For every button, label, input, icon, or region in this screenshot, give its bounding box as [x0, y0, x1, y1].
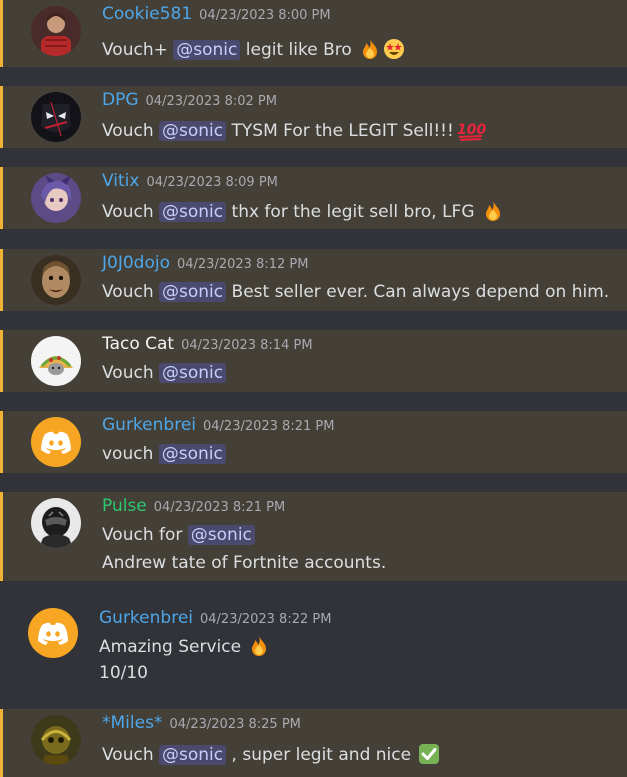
message-content: Vouch @sonic Best seller ever. Can alway…: [102, 282, 610, 302]
message-content: Vouch @sonic: [102, 363, 227, 383]
message: Gurkenbrei 04/23/2023 8:21 PM vouch @soni…: [0, 411, 627, 473]
fire-icon: [482, 200, 504, 222]
message: Pulse 04/23/2023 8:21 PM Vouch for @sonic…: [0, 492, 627, 581]
message-content: Vouch @sonic TYSM For the LEGIT Sell!!! 1…: [102, 119, 486, 141]
message-header: *Miles* 04/23/2023 8:25 PM: [102, 713, 301, 733]
message: Gurkenbrei 04/23/2023 8:22 PM Amazing Ser…: [0, 600, 627, 690]
message: DPG 04/23/2023 8:02 PM Vouch @sonic TYSM …: [0, 86, 627, 148]
message-header: DPG 04/23/2023 8:02 PM: [102, 90, 277, 110]
avatar[interactable]: [28, 608, 78, 658]
message-header: Pulse 04/23/2023 8:21 PM: [102, 496, 285, 516]
message: *Miles* 04/23/2023 8:25 PM Vouch @sonic ,…: [0, 709, 627, 777]
user-mention[interactable]: @sonic: [159, 363, 227, 383]
timestamp: 04/23/2023 8:02 PM: [145, 94, 277, 109]
user-mention[interactable]: @sonic: [159, 282, 227, 302]
user-mention[interactable]: @sonic: [173, 40, 241, 60]
avatar[interactable]: [31, 92, 81, 142]
username[interactable]: Cookie581: [102, 4, 192, 24]
username[interactable]: Gurkenbrei: [99, 608, 193, 628]
username[interactable]: *Miles*: [102, 713, 162, 733]
username[interactable]: Vitix: [102, 171, 139, 191]
message-content: Amazing Service: [99, 635, 270, 657]
message-header: Vitix 04/23/2023 8:09 PM: [102, 171, 278, 191]
username[interactable]: DPG: [102, 90, 139, 110]
hundred-points-icon: 100: [456, 119, 486, 141]
username[interactable]: Gurkenbrei: [102, 415, 196, 435]
avatar[interactable]: [31, 6, 81, 56]
message-header: Cookie581 04/23/2023 8:00 PM: [102, 4, 331, 24]
message-header: J0J0dojo 04/23/2023 8:12 PM: [102, 253, 308, 273]
message-content: vouch @sonic: [102, 444, 226, 464]
check-mark-icon: [418, 743, 440, 765]
username[interactable]: Taco Cat: [102, 334, 174, 354]
user-mention[interactable]: @sonic: [159, 745, 227, 765]
message-content: Vouch+ @sonic legit like Bro: [102, 38, 405, 60]
avatar[interactable]: [31, 715, 81, 765]
message: Vitix 04/23/2023 8:09 PM Vouch @sonic thx…: [0, 167, 627, 229]
timestamp: 04/23/2023 8:09 PM: [146, 175, 278, 190]
avatar[interactable]: [31, 336, 81, 386]
message-header: Taco Cat 04/23/2023 8:14 PM: [102, 334, 313, 354]
message-content: Vouch @sonic thx for the legit sell bro,…: [102, 200, 504, 222]
message-content: Vouch @sonic , super legit and nice: [102, 743, 440, 765]
avatar[interactable]: [31, 498, 81, 548]
timestamp: 04/23/2023 8:12 PM: [176, 257, 309, 272]
timestamp: 04/23/2023 8:21 PM: [153, 500, 286, 515]
fire-icon: [359, 38, 381, 60]
message-content-line: Andrew tate of Fortnite accounts.: [102, 553, 387, 573]
avatar[interactable]: [31, 417, 81, 467]
timestamp: 04/23/2023 8:14 PM: [181, 338, 313, 353]
username[interactable]: J0J0dojo: [102, 253, 170, 273]
user-mention[interactable]: @sonic: [159, 121, 227, 141]
message: Cookie581 04/23/2023 8:00 PM Vouch+ @soni…: [0, 0, 627, 67]
message-header: Gurkenbrei 04/23/2023 8:22 PM: [99, 608, 331, 628]
message-header: Gurkenbrei 04/23/2023 8:21 PM: [102, 415, 334, 435]
avatar[interactable]: [31, 255, 81, 305]
message-content-line: 10/10: [99, 663, 148, 683]
message: Taco Cat 04/23/2023 8:14 PM Vouch @sonic: [0, 330, 627, 392]
message-content: Vouch for @sonic: [102, 525, 255, 545]
user-mention[interactable]: @sonic: [159, 202, 227, 222]
avatar[interactable]: [31, 173, 81, 223]
timestamp: 04/23/2023 8:25 PM: [169, 717, 301, 732]
message: J0J0dojo 04/23/2023 8:12 PM Vouch @sonic …: [0, 249, 627, 311]
username[interactable]: Pulse: [102, 496, 147, 516]
fire-icon: [248, 635, 270, 657]
timestamp: 04/23/2023 8:21 PM: [203, 419, 335, 434]
user-mention[interactable]: @sonic: [187, 525, 255, 545]
star-struck-icon: [383, 38, 405, 60]
timestamp: 04/23/2023 8:00 PM: [199, 8, 331, 23]
timestamp: 04/23/2023 8:22 PM: [200, 612, 332, 627]
user-mention[interactable]: @sonic: [158, 444, 226, 464]
